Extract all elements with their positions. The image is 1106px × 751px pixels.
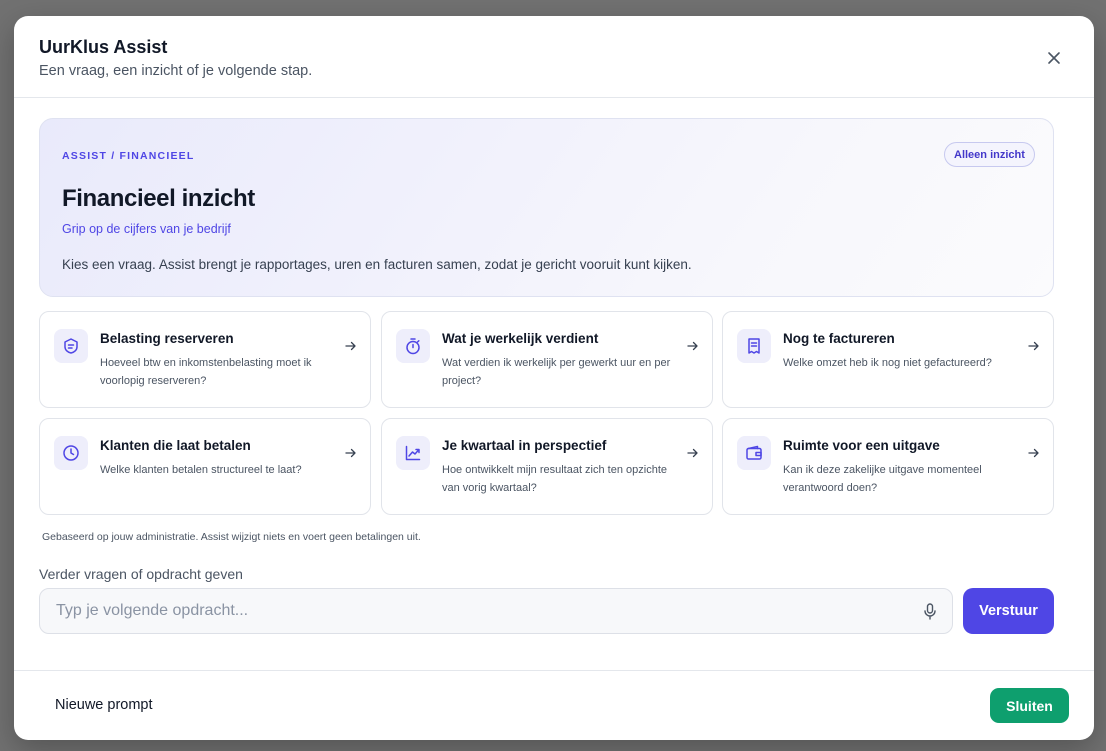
card-icon-wrap [737,436,771,470]
invoice-icon [748,338,760,354]
modal-subtitle: Een vraag, een inzicht of je volgende st… [39,63,313,79]
tax-receipt-icon [64,338,78,354]
card-description: Wat verdien ik werkelijk per gewerkt uur… [442,357,671,387]
mode-badge: Alleen inzicht [944,142,1035,167]
hero-tagline: Grip op de cijfers van je bedrijf [62,222,231,236]
arrow-right-icon [685,446,699,460]
arrow-right-icon [1026,339,1040,353]
new-prompt-button[interactable]: Nieuwe prompt [40,687,168,723]
card-description: Welke omzet heb ik nog niet gefactureerd… [783,357,992,369]
card-icon-wrap [396,329,430,363]
card-description: Welke klanten betalen structureel te laa… [100,464,302,476]
card-title: Ruimte voor een uitgave [783,438,940,453]
question-card-uninvoiced[interactable]: Nog te factureren Welke omzet heb ik nog… [722,311,1054,408]
arrow-right-icon [1026,446,1040,460]
card-description: Hoeveel btw en inkomstenbelasting moet i… [100,357,312,387]
card-icon-wrap [737,329,771,363]
prompt-input-container [39,588,953,634]
card-title: Belasting reserveren [100,331,234,346]
close-button[interactable]: Sluiten [990,688,1069,723]
hero-description: Kies een vraag. Assist brengt je rapport… [62,257,692,272]
prompt-label: Verder vragen of opdracht geven [39,566,243,582]
card-title: Klanten die laat betalen [100,438,251,453]
card-icon-wrap [396,436,430,470]
arrow-right-icon [685,339,699,353]
disclaimer-text: Gebaseerd op jouw administratie. Assist … [42,531,421,543]
stopwatch-icon [406,338,420,355]
modal-header: UurKlus Assist Een vraag, een inzicht of… [14,16,1094,98]
card-description: Hoe ontwikkelt mijn resultaat zich ten o… [442,464,667,494]
prompt-input[interactable] [40,589,910,633]
card-icon-wrap [54,329,88,363]
breadcrumb: ASSIST / FINANCIEEL [62,150,195,162]
card-description: Kan ik deze zakelijke uitgave momenteel … [783,464,982,494]
microphone-icon [924,602,936,620]
clock-icon [63,445,79,461]
modal-footer: Nieuwe prompt Sluiten [14,670,1094,740]
card-icon-wrap [54,436,88,470]
assist-modal: UurKlus Assist Een vraag, een inzicht of… [14,16,1094,740]
arrow-right-icon [343,446,357,460]
hero-panel: ASSIST / FINANCIEEL Alleen inzicht Finan… [39,118,1054,297]
trend-chart-icon [405,445,421,461]
arrow-right-icon [343,339,357,353]
close-icon [1048,52,1060,64]
card-title: Nog te factureren [783,331,895,346]
question-card-quarter[interactable]: Je kwartaal in perspectief Hoe ontwikkel… [381,418,713,515]
modal-title: UurKlus Assist [39,37,168,57]
wallet-icon [746,445,762,460]
question-card-earnings[interactable]: Wat je werkelijk verdient Wat verdien ik… [381,311,713,408]
question-card-tax[interactable]: Belasting reserveren Hoeveel btw en inko… [39,311,371,408]
microphone-button[interactable] [920,601,940,621]
card-title: Wat je werkelijk verdient [442,331,599,346]
hero-title: Financieel inzicht [62,185,255,212]
card-title: Je kwartaal in perspectief [442,438,607,453]
close-modal-button[interactable] [1042,46,1066,70]
question-card-late-payers[interactable]: Klanten die laat betalen Welke klanten b… [39,418,371,515]
send-button[interactable]: Verstuur [963,588,1054,634]
question-card-expense[interactable]: Ruimte voor een uitgave Kan ik deze zake… [722,418,1054,515]
